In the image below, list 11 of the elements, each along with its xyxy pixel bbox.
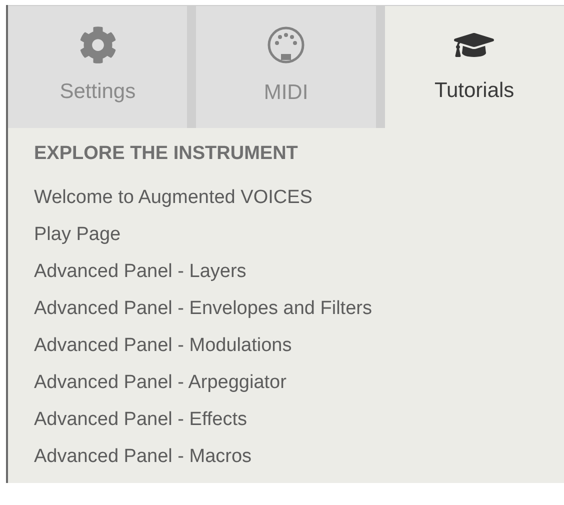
tutorial-link[interactable]: Advanced Panel - Modulations xyxy=(34,326,292,364)
tutorial-link[interactable]: Advanced Panel - Layers xyxy=(34,252,246,290)
tutorial-link[interactable]: Advanced Panel - Envelopes and Filters xyxy=(34,290,372,326)
tutorial-link[interactable]: Advanced Panel - Effects xyxy=(34,400,247,438)
gear-icon xyxy=(78,26,117,64)
tutorial-link[interactable]: Advanced Panel - Arpeggiator xyxy=(34,364,286,400)
midi-connector-icon xyxy=(266,25,306,66)
tutorial-link[interactable]: Advanced Panel - Macros xyxy=(34,438,252,474)
section-heading: EXPLORE THE INSTRUMENT xyxy=(34,142,299,166)
tutorial-link[interactable]: Play Page xyxy=(34,216,121,252)
tutorial-link[interactable]: Welcome to Augmented VOICES xyxy=(34,178,312,216)
